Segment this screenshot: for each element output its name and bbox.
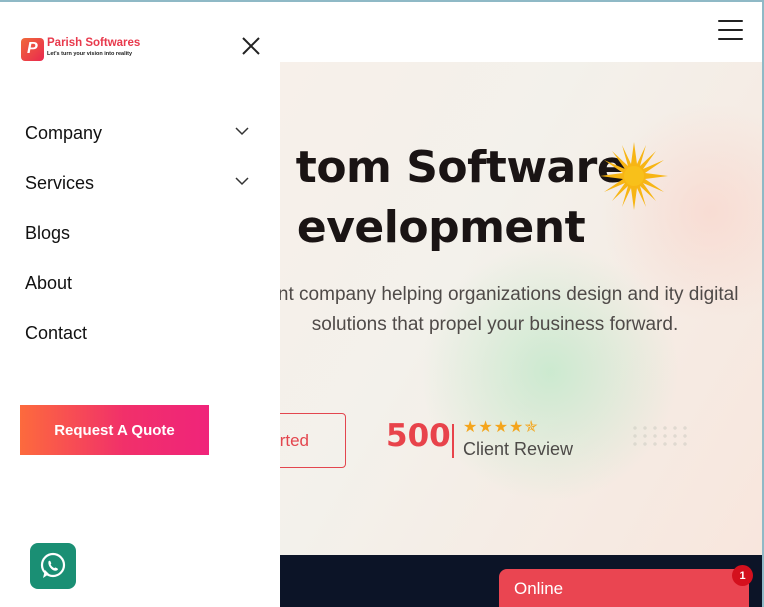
nav-item-label: Company (25, 122, 103, 143)
drawer-nav: Company Services Blogs About Contact (25, 108, 255, 358)
chat-status-label: Online (514, 579, 564, 598)
nav-item-blogs[interactable]: Blogs (25, 208, 255, 258)
nav-item-label: About (25, 272, 73, 293)
rating-stars: ★★★★✯ (463, 417, 539, 436)
hamburger-icon[interactable] (718, 20, 743, 41)
nav-item-services[interactable]: Services (25, 158, 255, 208)
chat-unread-badge: 1 (732, 565, 753, 586)
nav-item-about[interactable]: About (25, 258, 255, 308)
whatsapp-button[interactable] (30, 543, 76, 589)
request-quote-button[interactable]: Request A Quote (20, 405, 209, 455)
review-label: Client Review (463, 439, 574, 459)
review-count: 500 (386, 418, 451, 454)
close-icon[interactable] (240, 35, 262, 57)
side-drawer: P Parish Softwares Let's turn your visio… (0, 2, 280, 607)
nav-item-label: Blogs (25, 222, 71, 243)
brand-logo[interactable]: P Parish Softwares Let's turn your visio… (21, 37, 151, 63)
decorative-dots (630, 424, 692, 448)
logo-letter: P (27, 40, 38, 57)
brand-name: Parish Softwares (47, 37, 141, 49)
whatsapp-icon (40, 552, 66, 578)
nav-item-label: Contact (25, 322, 88, 343)
logo-mark-icon: P (21, 38, 44, 61)
nav-item-company[interactable]: Company (25, 108, 255, 158)
hero-description: ment company helping organizations desig… (251, 284, 739, 335)
review-divider (452, 424, 454, 458)
nav-item-contact[interactable]: Contact (25, 308, 255, 358)
chevron-down-icon[interactable] (235, 126, 249, 136)
sunburst-icon (600, 142, 668, 210)
nav-item-label: Services (25, 172, 95, 193)
chat-widget[interactable]: Online 1 (499, 565, 753, 607)
chevron-down-icon[interactable] (235, 176, 249, 186)
brand-tagline: Let's turn your vision into reality (47, 51, 133, 57)
